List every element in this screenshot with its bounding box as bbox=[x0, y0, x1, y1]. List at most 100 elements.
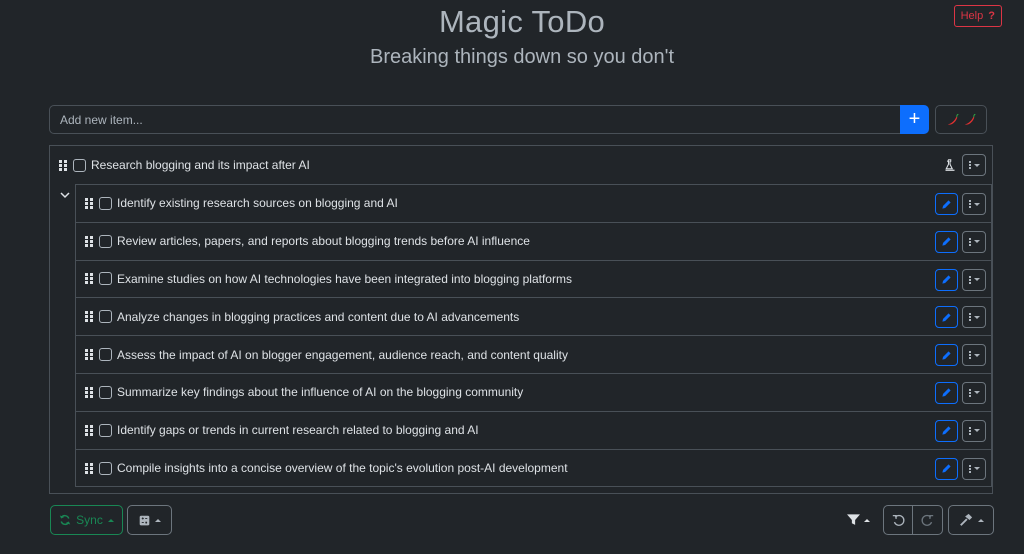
redo-icon bbox=[921, 514, 934, 526]
subtask-checkbox[interactable] bbox=[99, 348, 112, 362]
subtask-checkbox[interactable] bbox=[99, 385, 112, 399]
caret-up-icon bbox=[107, 518, 114, 522]
subtask-label: Identify gaps or trends in current resea… bbox=[117, 423, 479, 438]
subtask-label: Assess the impact of AI on blogger engag… bbox=[117, 347, 568, 362]
subtask-menu-button[interactable] bbox=[962, 193, 986, 215]
caret-down-icon bbox=[973, 278, 980, 282]
subtask-checkbox[interactable] bbox=[99, 461, 112, 475]
task-checkbox[interactable] bbox=[73, 158, 86, 172]
more-vertical-icon bbox=[968, 464, 971, 473]
task-label: Research blogging and its impact after A… bbox=[91, 158, 310, 172]
caret-down-icon bbox=[973, 429, 980, 433]
chili-pepper-icon bbox=[947, 113, 959, 125]
drag-handle-icon[interactable] bbox=[85, 311, 93, 323]
edit-button[interactable] bbox=[935, 381, 958, 404]
more-vertical-icon bbox=[968, 161, 971, 169]
more-vertical-icon bbox=[968, 200, 971, 208]
subtask-label: Summarize key findings about the influen… bbox=[117, 385, 524, 400]
subtask-label: Compile insights into a concise overview… bbox=[117, 461, 568, 476]
drag-handle-icon[interactable] bbox=[85, 386, 93, 398]
subtask-menu-button[interactable] bbox=[962, 268, 986, 291]
pencil-icon bbox=[942, 426, 951, 435]
subtask-checkbox[interactable] bbox=[99, 234, 112, 248]
subtask-menu-button[interactable] bbox=[962, 381, 986, 404]
task-row: Research blogging and its impact after A… bbox=[50, 146, 992, 184]
subtask-label: Review articles, papers, and reports abo… bbox=[117, 234, 530, 249]
subtask-row: Summarize key findings about the influen… bbox=[76, 374, 991, 412]
caret-up-icon bbox=[154, 518, 161, 522]
filter-icon bbox=[846, 514, 860, 525]
subtask-checkbox[interactable] bbox=[99, 423, 112, 437]
sync-button[interactable]: Sync bbox=[50, 505, 123, 535]
add-item-input[interactable] bbox=[49, 105, 900, 134]
drag-handle-icon[interactable] bbox=[59, 159, 67, 171]
subtask-checkbox[interactable] bbox=[99, 310, 112, 324]
subtask-menu-button[interactable] bbox=[962, 419, 986, 442]
more-vertical-icon bbox=[968, 426, 971, 435]
subtask-row: Identify gaps or trends in current resea… bbox=[76, 412, 991, 450]
redo-button[interactable] bbox=[913, 505, 943, 535]
pencil-icon bbox=[942, 388, 951, 398]
pencil-icon bbox=[942, 199, 951, 209]
sync-icon bbox=[59, 514, 71, 526]
add-item-button[interactable]: + bbox=[900, 105, 929, 134]
filter-button[interactable] bbox=[838, 505, 878, 535]
todo-list: Research blogging and its impact after A… bbox=[49, 145, 993, 494]
undo-button[interactable] bbox=[883, 505, 913, 535]
tools-button[interactable] bbox=[948, 505, 994, 535]
edit-button[interactable] bbox=[935, 344, 958, 367]
subtask-row: Assess the impact of AI on blogger engag… bbox=[76, 336, 991, 374]
subtask-label: Analyze changes in blogging practices an… bbox=[117, 309, 520, 324]
subtask-row: Compile insights into a concise overview… bbox=[76, 450, 991, 488]
subtask-menu-button[interactable] bbox=[962, 344, 986, 367]
drag-handle-icon[interactable] bbox=[85, 424, 93, 436]
pencil-icon bbox=[942, 313, 951, 322]
calculator-icon bbox=[139, 515, 149, 525]
subtask-list: Identify existing research sources on bl… bbox=[75, 184, 992, 487]
subtask-checkbox[interactable] bbox=[99, 196, 112, 210]
subtask-row: Examine studies on how AI technologies h… bbox=[76, 261, 991, 299]
caret-down-icon bbox=[973, 315, 980, 319]
subtask-label: Identify existing research sources on bl… bbox=[117, 196, 398, 211]
footer-toolbar: Sync bbox=[0, 505, 1024, 535]
subtask-menu-button[interactable] bbox=[962, 306, 986, 329]
pencil-icon bbox=[942, 351, 951, 360]
subtask-label: Examine studies on how AI technologies h… bbox=[117, 271, 572, 286]
caret-up-icon bbox=[977, 518, 984, 522]
edit-button[interactable] bbox=[935, 457, 958, 480]
edit-button[interactable] bbox=[935, 306, 958, 329]
subtask-menu-button[interactable] bbox=[962, 457, 986, 480]
caret-down-icon bbox=[973, 353, 980, 357]
edit-button[interactable] bbox=[935, 419, 958, 442]
calculator-button[interactable] bbox=[127, 505, 172, 535]
spiciness-button[interactable] bbox=[935, 105, 987, 134]
sync-label: Sync bbox=[76, 513, 103, 527]
subtask-checkbox[interactable] bbox=[99, 272, 112, 286]
pencil-icon bbox=[942, 237, 951, 246]
subtask-menu-button[interactable] bbox=[962, 230, 986, 253]
add-item-group: + bbox=[49, 105, 929, 134]
microscope-icon[interactable] bbox=[944, 159, 956, 174]
edit-button[interactable] bbox=[935, 230, 958, 253]
drag-handle-icon[interactable] bbox=[85, 235, 93, 247]
drag-handle-icon[interactable] bbox=[85, 197, 93, 209]
edit-button[interactable] bbox=[935, 268, 958, 291]
undo-icon bbox=[892, 514, 904, 526]
chili-pepper-icon bbox=[964, 113, 976, 125]
more-vertical-icon bbox=[968, 237, 971, 246]
caret-down-icon bbox=[973, 240, 980, 244]
caret-down-icon bbox=[973, 467, 980, 471]
pencil-icon bbox=[942, 464, 951, 473]
subtask-row: Review articles, papers, and reports abo… bbox=[76, 223, 991, 261]
pencil-icon bbox=[942, 275, 951, 284]
drag-handle-icon[interactable] bbox=[85, 462, 93, 474]
more-vertical-icon bbox=[968, 351, 971, 360]
chevron-down-icon[interactable] bbox=[59, 189, 71, 201]
edit-button[interactable] bbox=[935, 193, 958, 215]
drag-handle-icon[interactable] bbox=[85, 273, 93, 285]
caret-down-icon bbox=[973, 163, 980, 167]
subtask-row: Identify existing research sources on bl… bbox=[76, 185, 991, 223]
task-menu-button[interactable] bbox=[962, 154, 986, 176]
drag-handle-icon[interactable] bbox=[85, 349, 93, 361]
more-vertical-icon bbox=[968, 388, 971, 397]
